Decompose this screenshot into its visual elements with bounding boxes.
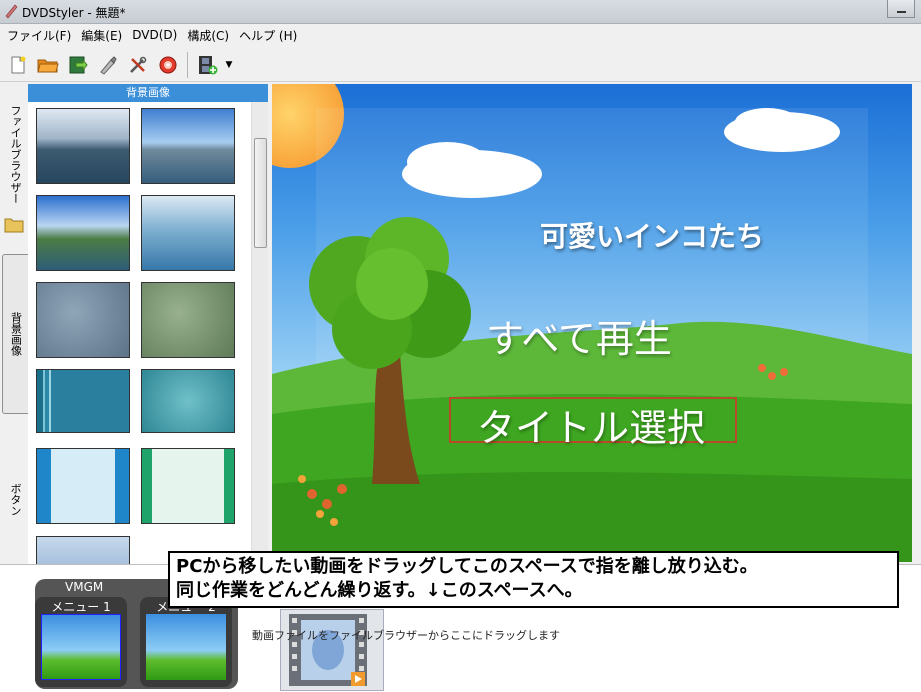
tab-file-browser[interactable]: ファイルブラウザー (2, 94, 28, 214)
side-tabs: ファイルブラウザー 背景画像 ボタン (0, 84, 28, 564)
callout-line-1: PCから移したい動画をドラッグしてこのスペースで指を離し放り込む。 (176, 556, 758, 577)
instruction-callout: PCから移したい動画をドラッグしてこのスペースで指を離し放り込む。 同じ作業をど… (168, 551, 899, 608)
window-controls (887, 0, 915, 18)
menu-dvd[interactable]: DVD(D) (127, 28, 182, 42)
background-thumb[interactable] (36, 448, 130, 524)
dvd-icon (159, 56, 177, 73)
app-icon (5, 4, 18, 19)
new-button[interactable] (3, 51, 33, 79)
save-button[interactable] (63, 51, 93, 79)
callout-line-2: 同じ作業をどんどん繰り返す。↓このスペースへ。 (176, 580, 583, 601)
background-thumb[interactable] (141, 369, 235, 433)
background-thumb[interactable] (36, 282, 130, 358)
background-thumb[interactable] (36, 536, 130, 564)
tab-buttons-label: ボタン (9, 482, 22, 516)
new-icon (11, 56, 26, 73)
folder-icon[interactable] (4, 216, 24, 234)
menu-1-thumbnail[interactable]: メニュー 1 (35, 597, 127, 687)
background-thumb[interactable] (36, 369, 130, 433)
tab-file-browser-label: ファイルブラウザー (9, 104, 22, 204)
vmgm-label: VMGM (65, 580, 104, 594)
burn-button[interactable] (93, 51, 123, 79)
menu-help[interactable]: ヘルプ (H) (234, 27, 302, 44)
menu-1-preview (41, 614, 121, 680)
open-button[interactable] (33, 51, 63, 79)
title-select-button[interactable]: タイトル選択 (449, 397, 737, 450)
add-video-button[interactable] (192, 51, 222, 79)
scrollbar-thumb[interactable] (254, 138, 267, 248)
title-select-label: タイトル選択 (477, 406, 706, 450)
background-panel: 背景画像 (28, 84, 268, 564)
menu-canvas[interactable]: 可愛いインコたち すべて再生 タイトル選択 (272, 84, 912, 562)
background-thumb[interactable] (36, 195, 130, 271)
window-title: DVDStyler - 無題* (22, 6, 126, 20)
menu-edit[interactable]: 編集(E) (76, 27, 127, 44)
settings-icon (130, 56, 147, 73)
background-thumb[interactable] (141, 108, 235, 184)
dvd-button[interactable] (153, 51, 183, 79)
save-icon (69, 56, 88, 73)
background-panel-header: 背景画像 (28, 84, 268, 102)
menu-config[interactable]: 構成(C) (182, 27, 234, 44)
toolbar: ▼ (0, 48, 921, 82)
dropdown-arrow-icon[interactable]: ▼ (222, 51, 236, 79)
background-thumb[interactable] (141, 448, 235, 524)
tab-backgrounds[interactable]: 背景画像 (2, 254, 28, 414)
add-video-icon (199, 55, 218, 74)
menu-bar: ファイル(F) 編集(E) DVD(D) 構成(C) ヘルプ (H) (0, 24, 921, 46)
play-all-button[interactable]: すべて再生 (486, 308, 672, 363)
menu-1-label: メニュー 1 (51, 600, 111, 614)
menu-file[interactable]: ファイル(F) (2, 27, 76, 44)
open-folder-icon (37, 59, 59, 72)
tab-backgrounds-label: 背景画像 (9, 312, 23, 356)
menu-title-text[interactable]: 可愛いインコたち (540, 215, 764, 255)
drop-hint-text: 動画ファイルをファイルブラウザーからここにドラッグします (252, 629, 560, 642)
background-thumb[interactable] (141, 195, 235, 271)
background-thumb[interactable] (36, 108, 130, 184)
burn-icon (100, 55, 117, 75)
background-thumb[interactable] (141, 282, 235, 358)
settings-button[interactable] (123, 51, 153, 79)
menu-2-preview (146, 614, 226, 680)
film-icon (289, 614, 367, 686)
tab-buttons[interactable]: ボタン (2, 464, 28, 534)
toolbar-separator (187, 51, 188, 78)
video-drop-placeholder (280, 609, 384, 691)
background-scrollbar[interactable] (251, 102, 268, 564)
title-bar: DVDStyler - 無題* (0, 0, 921, 24)
minimize-button[interactable] (887, 0, 915, 18)
menu-2-thumbnail[interactable]: メニュー 2 (140, 597, 232, 687)
